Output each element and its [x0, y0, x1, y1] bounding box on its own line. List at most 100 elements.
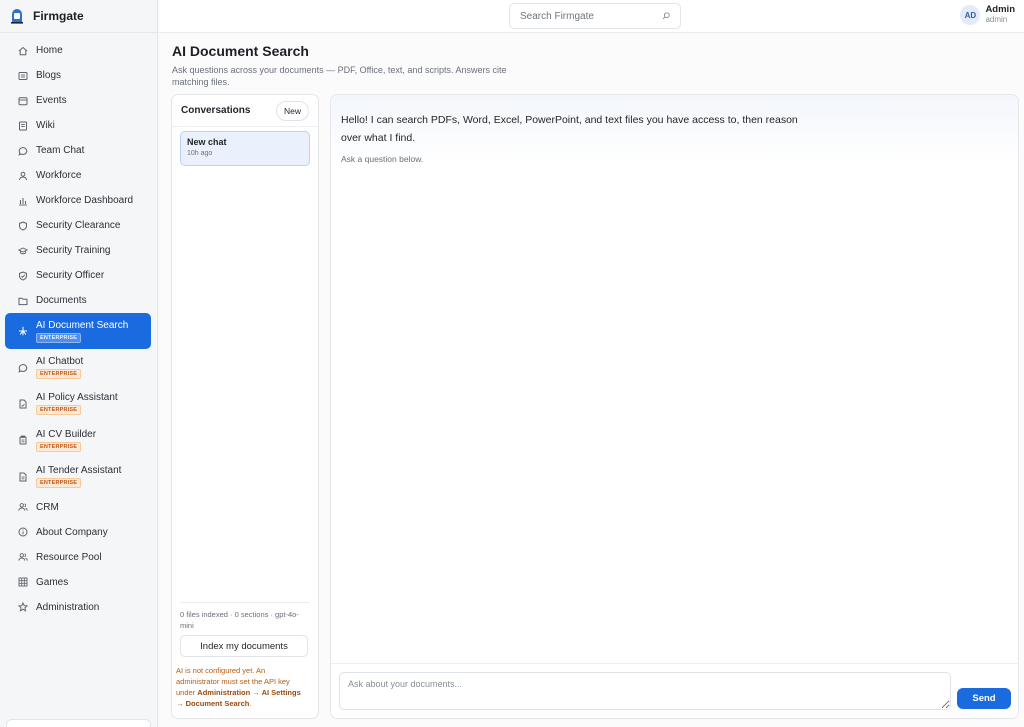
main-content: AI Document Search Ask questions across … — [159, 34, 1024, 727]
info-icon — [18, 527, 28, 537]
sparkle-icon — [18, 326, 28, 336]
sidebar-item-label: Events — [36, 95, 67, 106]
sidebar-item-documents[interactable]: Documents — [5, 288, 151, 313]
sidebar-item-ai-cv-builder[interactable]: AI CV Builder ENTERPRISE — [5, 422, 151, 458]
blog-icon — [18, 71, 28, 81]
star-icon — [18, 602, 28, 613]
sidebar-item-wiki[interactable]: Wiki — [5, 113, 151, 138]
users-icon — [18, 502, 28, 512]
sidebar-item-label: AI Tender Assistant — [36, 465, 122, 477]
sidebar-item-crm[interactable]: CRM — [5, 495, 151, 520]
enterprise-badge: ENTERPRISE — [36, 441, 82, 452]
enterprise-badge: ENTERPRISE — [36, 332, 82, 343]
conversation-time: 10h ago — [187, 150, 213, 157]
sidebar-item-label: Resource Pool — [36, 551, 102, 563]
sidebar-item-home[interactable]: Home — [5, 38, 151, 63]
bar-chart-icon — [18, 196, 28, 206]
users-icon — [18, 552, 28, 562]
user-menu[interactable]: AD Admin admin — [960, 5, 1015, 25]
user-icon — [18, 171, 28, 181]
firmgate-logo-icon — [11, 9, 23, 24]
sidebar-item-label: CRM — [36, 501, 59, 513]
sidebar-item-label: AI CV Builder — [36, 428, 97, 440]
new-conversation-button[interactable]: New — [275, 100, 309, 121]
sidebar-item-security-officer[interactable]: Security Officer — [5, 263, 151, 288]
sidebar-nav: Home Blogs Events Wiki Team Chat Workforce Wor… — [0, 33, 157, 620]
sidebar-item-label: Workforce — [36, 170, 82, 181]
page-subtitle: Ask questions across your documents — PD… — [172, 65, 507, 87]
assistant-greeting: Hello! I can search PDFs, Word, Excel, P… — [341, 114, 798, 144]
chat-bubble-icon — [18, 363, 28, 373]
sidebar-item-label: Team Chat — [36, 145, 85, 156]
file-list-icon — [18, 472, 28, 482]
user-role: admin — [985, 15, 1008, 24]
sidebar-item-resource-pool[interactable]: Resource Pool — [5, 545, 151, 570]
enterprise-badge: ENTERPRISE — [36, 369, 82, 380]
home-icon — [18, 46, 28, 56]
sidebar-item-label: AI Chatbot — [36, 356, 84, 368]
sidebar-item-ai-tender-assistant[interactable]: AI Tender Assistant ENTERPRISE — [5, 459, 151, 495]
enterprise-badge: ENTERPRISE — [36, 478, 82, 489]
send-button[interactable]: Send — [957, 688, 1011, 709]
sidebar-item-administration[interactable]: Administration — [5, 595, 151, 620]
chat-composer: Send — [331, 663, 1018, 718]
avatar[interactable]: AD — [960, 5, 981, 25]
sidebar-item-label: Wiki — [36, 120, 55, 131]
sidebar-item-label: AI Policy Assistant — [36, 392, 118, 404]
search-icon[interactable] — [662, 12, 670, 20]
brand-name: Firmgate — [33, 9, 84, 23]
file-icon — [18, 399, 28, 409]
sidebar-item-team-chat[interactable]: Team Chat — [5, 138, 151, 163]
sidebar-item-label: Documents — [36, 295, 87, 306]
brand[interactable]: Firmgate — [0, 0, 157, 33]
sidebar-footer-card — [6, 719, 151, 727]
sidebar-item-ai-policy-assistant[interactable]: AI Policy Assistant ENTERPRISE — [5, 386, 151, 422]
sidebar-item-ai-document-search[interactable]: AI Document Search ENTERPRISE — [5, 313, 151, 350]
sidebar-item-label: Security Officer — [36, 270, 105, 281]
index-documents-button[interactable]: Index my documents — [180, 635, 308, 657]
sidebar-item-label: About Company — [36, 526, 108, 538]
grid-icon — [18, 577, 28, 587]
conversations-title: Conversations — [181, 105, 251, 116]
shield-icon — [18, 220, 28, 231]
page-title: AI Document Search — [172, 43, 309, 59]
search-input[interactable] — [520, 10, 660, 22]
chat-panel: Hello! I can search PDFs, Word, Excel, P… — [330, 94, 1019, 719]
sidebar-item-ai-chatbot[interactable]: AI Chatbot ENTERPRISE — [5, 349, 151, 385]
sidebar-item-label: Blogs — [36, 70, 62, 81]
conversations-panel: Conversations New New chat 10h ago 0 fil… — [171, 94, 319, 719]
warning-suffix: . — [249, 699, 252, 708]
enterprise-badge: ENTERPRISE — [36, 405, 82, 416]
chat-input[interactable] — [339, 672, 951, 710]
sidebar-item-label: Home — [36, 45, 63, 56]
topbar: AD Admin admin — [159, 0, 1024, 33]
sidebar: Firmgate Home Blogs Events Wiki Team Chat Wor… — [0, 0, 158, 727]
sidebar-item-games[interactable]: Games — [5, 570, 151, 595]
sidebar-item-blogs[interactable]: Blogs — [5, 63, 151, 88]
chat-bubble-icon — [18, 146, 28, 156]
user-name: Admin — [985, 4, 1015, 15]
sidebar-item-label: Administration — [36, 601, 100, 613]
sidebar-item-security-training[interactable]: Security Training — [5, 238, 151, 263]
sidebar-item-about-company[interactable]: About Company — [5, 520, 151, 545]
sidebar-item-label: Workforce Dashboard — [36, 195, 134, 206]
sidebar-item-label: Security Clearance — [36, 220, 121, 231]
ai-config-warning: AI is not configured yet. An administrat… — [176, 665, 310, 709]
global-search[interactable] — [509, 3, 681, 29]
sidebar-item-security-clearance[interactable]: Security Clearance — [5, 213, 151, 238]
conversation-name: New chat — [187, 137, 227, 147]
sidebar-item-label: Games — [36, 576, 69, 588]
book-icon — [18, 121, 28, 131]
conversation-item[interactable]: New chat 10h ago — [180, 131, 310, 166]
sidebar-item-label: AI Document Search — [36, 319, 129, 331]
sidebar-item-label: Security Training — [36, 245, 111, 256]
shield-check-icon — [18, 270, 28, 281]
clipboard-icon — [18, 435, 28, 445]
sidebar-item-workforce[interactable]: Workforce — [5, 163, 151, 188]
calendar-icon — [18, 96, 28, 106]
sidebar-item-events[interactable]: Events — [5, 88, 151, 113]
folder-icon — [18, 296, 28, 306]
index-stats: 0 files indexed · 0 sections · gpt-4o-mi… — [180, 610, 299, 630]
sidebar-item-workforce-dashboard[interactable]: Workforce Dashboard — [5, 188, 151, 213]
chat-hint: Ask a question below. — [341, 154, 424, 164]
